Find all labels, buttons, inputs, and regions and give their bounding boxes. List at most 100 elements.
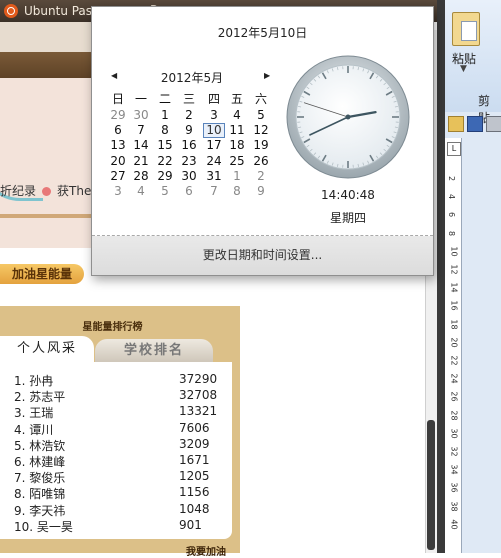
calendar-day[interactable]: 21 (130, 154, 152, 169)
ruler-number: 14 (450, 283, 459, 293)
calendar-day[interactable]: 2 (250, 169, 272, 184)
leaderboard-row-name[interactable]: 1. 孙冉 (14, 372, 53, 389)
calendar-day[interactable]: 8 (154, 123, 176, 138)
scrollbar-thumb[interactable] (427, 420, 435, 550)
calendar-day[interactable]: 6 (107, 123, 129, 138)
full-date-header[interactable]: 2012年5月10日 (92, 24, 433, 41)
calendar-day[interactable]: 27 (107, 169, 129, 184)
tab-stop-selector[interactable]: L (447, 142, 461, 156)
ruler-number: 36 (450, 483, 459, 493)
calendar-day[interactable]: 26 (250, 154, 272, 169)
leaderboard-row-score: 1205 (179, 469, 210, 483)
leaderboard-row: 10. 吴一昊901 (14, 518, 224, 534)
tab-personal[interactable]: 个人风采 (0, 336, 94, 362)
calendar-weekday-header: 三 (178, 92, 200, 107)
calendar-day[interactable]: 9 (178, 123, 200, 138)
ruler-number: 4 (447, 194, 456, 199)
calendar-day[interactable]: 5 (250, 108, 272, 123)
calendar-weekday-header: 日 (107, 92, 129, 107)
calendar-day[interactable]: 1 (226, 169, 248, 184)
calendar-day[interactable]: 30 (130, 108, 152, 123)
leaderboard-list: 1. 孙冉372902. 苏志平327083. 王瑞133214. 谭川7606… (0, 362, 232, 539)
leaderboard-row-name[interactable]: 10. 吴一昊 (14, 518, 73, 535)
calendar-day[interactable]: 7 (203, 184, 225, 199)
ruler-number: 10 (450, 246, 459, 256)
calendar-day[interactable]: 16 (178, 138, 200, 153)
calendar-day[interactable]: 6 (178, 184, 200, 199)
calendar-day[interactable]: 2 (178, 108, 200, 123)
calendar-day[interactable]: 29 (107, 108, 129, 123)
ruler-number: 16 (450, 301, 459, 311)
calendar-day[interactable]: 20 (107, 154, 129, 169)
calendar-day[interactable]: 8 (226, 184, 248, 199)
calendar-day[interactable]: 4 (130, 184, 152, 199)
calendar-day[interactable]: 14 (130, 138, 152, 153)
leaderboard-row-name[interactable]: 6. 林建峰 (14, 453, 65, 470)
ruler-number: 6 (447, 212, 456, 217)
calendar-day[interactable]: 17 (203, 138, 225, 153)
leaderboard-row-score: 1156 (179, 485, 210, 499)
calendar-day[interactable]: 11 (226, 123, 248, 138)
next-month-arrow-icon[interactable]: ▶ (264, 71, 270, 80)
bullet-dot-icon (42, 187, 51, 196)
calendar-day[interactable]: 15 (154, 138, 176, 153)
calendar-day-today[interactable]: 10 (203, 123, 225, 138)
calendar-day[interactable]: 28 (130, 169, 152, 184)
calendar-day[interactable]: 29 (154, 169, 176, 184)
calendar-weekday-header: 六 (250, 92, 272, 107)
calendar-day[interactable]: 31 (203, 169, 225, 184)
leaderboard-title: 星能量排行榜 (0, 318, 225, 333)
calendar-day[interactable]: 22 (154, 154, 176, 169)
calendar-weekday-header: 二 (154, 92, 176, 107)
ruler-number: 32 (450, 446, 459, 456)
leaderboard-row-score: 1671 (179, 453, 210, 467)
calendar-day[interactable]: 7 (130, 123, 152, 138)
leaderboard-row-name[interactable]: 2. 苏志平 (14, 388, 65, 405)
calendar-weekday-header: 四 (203, 92, 225, 107)
ruler-number: 38 (450, 501, 459, 511)
calendar-weekday-header: 一 (130, 92, 152, 107)
print-icon[interactable] (486, 116, 501, 132)
leaderboard-row-score: 13321 (179, 404, 217, 418)
leaderboard-row: 7. 黎俊乐 1205 (14, 469, 224, 485)
calendar-day[interactable]: 5 (154, 184, 176, 199)
leaderboard-row-name[interactable]: 5. 林浩钦 (14, 437, 65, 454)
cheer-star-energy-button[interactable]: 加油星能量 (0, 264, 84, 284)
save-icon[interactable] (467, 116, 483, 132)
previous-month-arrow-icon[interactable]: ◀ (111, 71, 117, 80)
calendar-day[interactable]: 3 (107, 184, 129, 199)
calendar-day[interactable]: 12 (250, 123, 272, 138)
analog-clock (286, 55, 410, 179)
calendar-day[interactable]: 25 (226, 154, 248, 169)
calendar-day[interactable]: 9 (250, 184, 272, 199)
leaderboard-footer-link[interactable]: 我要加油 (186, 543, 226, 558)
calendar-day[interactable]: 1 (154, 108, 176, 123)
popup-footer: 更改日期和时间设置... (92, 236, 433, 275)
leaderboard-row-name[interactable]: 4. 谭川 (14, 421, 53, 438)
leaderboard-row-score: 37290 (179, 372, 217, 386)
calendar-day[interactable]: 3 (203, 108, 225, 123)
leaderboard-row-name[interactable]: 3. 王瑞 (14, 404, 53, 421)
calendar-day[interactable]: 18 (226, 138, 248, 153)
leaderboard-row-name[interactable]: 9. 李天祎 (14, 502, 65, 519)
change-date-time-settings-link[interactable]: 更改日期和时间设置... (92, 246, 433, 263)
calendar-day[interactable]: 19 (250, 138, 272, 153)
paste-clipboard-icon[interactable] (452, 12, 480, 46)
leaderboard-row-score: 3209 (179, 437, 210, 451)
ruler-number: 18 (450, 319, 459, 329)
calendar-day[interactable]: 13 (107, 138, 129, 153)
leaderboard-row: 3. 王瑞 13321 (14, 404, 224, 420)
calendar-day[interactable]: 24 (203, 154, 225, 169)
paste-dropdown-caret-icon[interactable]: ▼ (460, 64, 467, 74)
leaderboard-row-name[interactable]: 7. 黎俊乐 (14, 469, 65, 486)
calendar-day[interactable]: 4 (226, 108, 248, 123)
open-folder-icon[interactable] (448, 116, 464, 132)
calendar-day[interactable]: 23 (178, 154, 200, 169)
news-ticker[interactable]: 折纪录获The N (0, 182, 104, 199)
calendar-day[interactable]: 30 (178, 169, 200, 184)
leaderboard-row-name[interactable]: 8. 陌唯锦 (14, 485, 65, 502)
tab-school-ranking[interactable]: 学校排名 (95, 339, 213, 362)
ruler-number: 20 (450, 337, 459, 347)
calendar-month-title[interactable]: 2012年5月 (142, 69, 242, 86)
leaderboard-row-score: 7606 (179, 421, 210, 435)
